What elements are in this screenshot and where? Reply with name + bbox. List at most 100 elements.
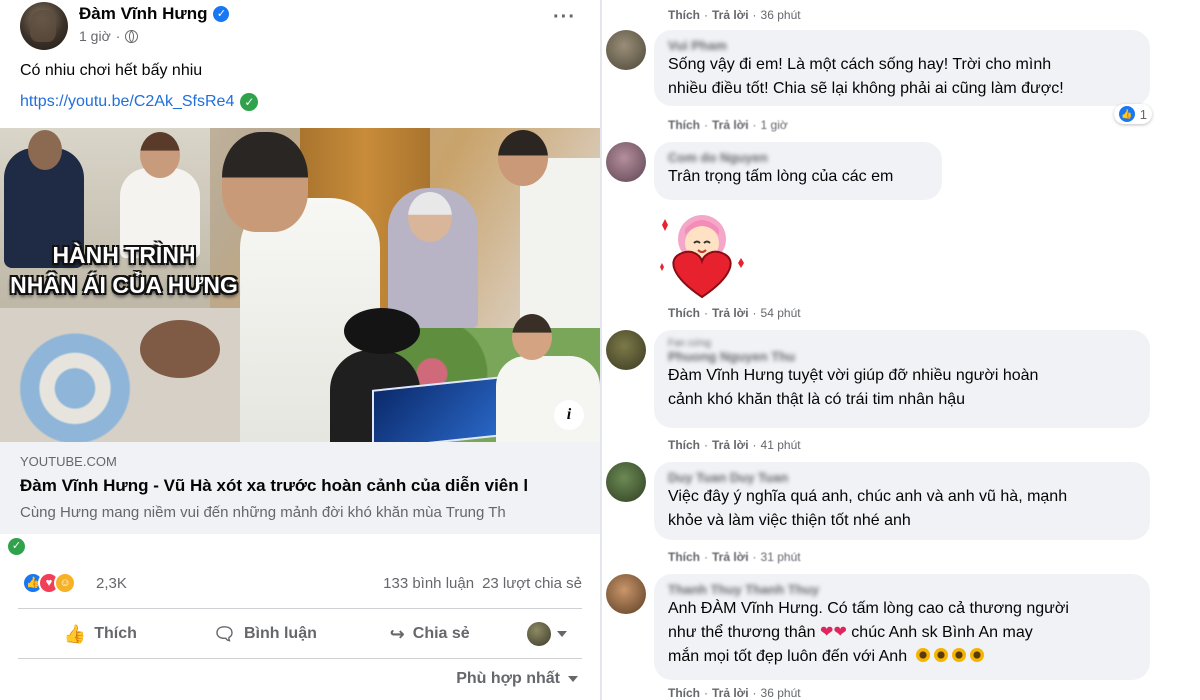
scene-old-woman-head bbox=[408, 192, 452, 242]
post-text: Có nhiu chơi hết bấy nhiu bbox=[20, 62, 203, 79]
comments-panel: Thích · Trả lời · 36 phút Vui Pham Sống vậ… bbox=[602, 0, 1200, 700]
comment-author[interactable]: Phuong Nguyen Thu bbox=[668, 349, 1136, 364]
comment-meta: Thích · Trả lời · 31 phút bbox=[668, 550, 801, 564]
check-circle-icon: ✓ bbox=[8, 538, 25, 555]
reactions-summary: 👍 ♥ ☺ 2,3K 133 bình luận 23 lượt chia sẻ bbox=[22, 572, 582, 596]
comment-button[interactable]: 🗨 Bình luận bbox=[183, 624, 348, 645]
comment-author[interactable]: Com do Nguyen bbox=[668, 150, 928, 165]
link-title[interactable]: Đàm Vĩnh Hưng - Vũ Hà xót xa trước hoàn … bbox=[20, 476, 600, 496]
comment-author[interactable]: Thanh Thuy Thanh Thuy bbox=[668, 582, 1136, 597]
comment-like-link[interactable]: Thích bbox=[668, 8, 700, 22]
comment-reply-link[interactable]: Trả lời bbox=[712, 438, 749, 452]
comment-reply-link[interactable]: Trả lời bbox=[712, 118, 749, 132]
scene-main-singer-head bbox=[222, 132, 308, 232]
scene-patient-face bbox=[140, 320, 220, 378]
comment-bubble: Vui Pham Sống vậy đi em! Là một cách sốn… bbox=[654, 30, 1152, 124]
comment-like-link[interactable]: Thích bbox=[668, 550, 700, 564]
post-link[interactable]: https://youtu.be/C2Ak_SfsRe4 bbox=[20, 93, 234, 111]
comment-text-line: như thể thương thân ❤❤ chúc Anh sk Bình … bbox=[668, 621, 1136, 645]
comment-text-line: khỏe và làm việc thiện tốt nhé anh bbox=[668, 512, 911, 529]
comment-meta: Thích · Trả lời · 36 phút bbox=[668, 8, 801, 22]
like-reaction-icon: 👍 bbox=[1118, 106, 1135, 122]
comment-icon: 🗨 bbox=[213, 623, 236, 644]
sunflower-icon bbox=[951, 648, 966, 662]
post-actions: 👍 Thích 🗨 Bình luận ↪ Chia sẻ bbox=[18, 612, 582, 656]
author-avatar[interactable] bbox=[20, 2, 68, 50]
comment-reaction-badge[interactable]: 👍 1 bbox=[1113, 104, 1152, 124]
post-as-selector[interactable] bbox=[512, 622, 582, 646]
comment-reaction-count: 1 bbox=[1139, 106, 1147, 122]
comment-reply-link[interactable]: Trả lời bbox=[712, 550, 749, 564]
divider bbox=[18, 608, 582, 609]
dot-separator: · bbox=[704, 306, 708, 320]
comment-time[interactable]: 54 phút bbox=[761, 306, 801, 320]
like-button[interactable]: 👍 Thích bbox=[18, 624, 183, 645]
dot-separator: · bbox=[752, 438, 757, 452]
comment-text-part: mắn mọi tốt đẹp luôn đến với Anh bbox=[668, 648, 908, 665]
scene-man-left-head bbox=[28, 130, 62, 170]
comment-avatar[interactable] bbox=[606, 142, 646, 182]
reaction-count[interactable]: 2,3K bbox=[96, 575, 127, 592]
comment-text-part: chúc Anh sk Bình An may bbox=[851, 624, 1033, 641]
comment-reply-link[interactable]: Trả lời bbox=[712, 686, 749, 700]
dot-separator: · bbox=[704, 686, 708, 700]
like-label: Thích bbox=[94, 625, 137, 642]
verified-badge-icon: ✓ bbox=[213, 6, 230, 22]
dot-separator: · bbox=[752, 8, 757, 22]
comment-text: Anh ĐÀM Vĩnh Hưng. Có tấm lòng cao cả th… bbox=[668, 597, 1136, 669]
more-options-icon[interactable]: ··· bbox=[553, 7, 576, 27]
info-icon[interactable]: i bbox=[554, 400, 584, 430]
love-sticker bbox=[660, 215, 744, 299]
shares-count[interactable]: 23 lượt chia sẻ bbox=[482, 575, 582, 592]
comment-avatar[interactable] bbox=[606, 574, 646, 614]
comment-text-line: mắn mọi tốt đẹp luôn đến với Anh bbox=[668, 645, 1136, 669]
facebook-post: Đàm Vĩnh Hưng ✓ 1 giờ · ··· Có nhiu chơi… bbox=[0, 0, 600, 700]
sunflower-icon bbox=[915, 648, 930, 662]
sticker-sparkle bbox=[662, 219, 668, 231]
comment-time[interactable]: 36 phút bbox=[761, 8, 801, 22]
avatar bbox=[527, 622, 552, 646]
video-thumbnail[interactable]: HÀNH TRÌNH NHÂN ÁI CỦA HƯNG i bbox=[0, 128, 600, 442]
post-time[interactable]: 1 giờ bbox=[79, 28, 111, 44]
comment-bubble: Thanh Thuy Thanh Thuy Anh ĐÀM Vĩnh Hưng.… bbox=[654, 574, 1150, 680]
globe-icon[interactable] bbox=[125, 29, 139, 43]
comment-like-link[interactable]: Thích bbox=[668, 438, 700, 452]
comment-avatar[interactable] bbox=[606, 462, 646, 502]
comment-time[interactable]: 36 phút bbox=[761, 686, 801, 700]
dot-separator: · bbox=[752, 550, 757, 564]
dot-separator: · bbox=[704, 550, 708, 564]
comment-time[interactable]: 41 phút bbox=[761, 438, 801, 452]
comment-avatar[interactable] bbox=[606, 330, 646, 370]
sunflower-icon bbox=[933, 648, 948, 662]
comment-avatar[interactable] bbox=[606, 30, 646, 70]
comment-sort-dropdown[interactable]: Phù hợp nhất bbox=[456, 670, 578, 688]
comment-author[interactable]: Vui Pham bbox=[668, 38, 1136, 53]
comments-count[interactable]: 133 bình luận bbox=[383, 575, 474, 592]
scene-man-white bbox=[496, 356, 600, 442]
comment-meta: Thích · Trả lời · 41 phút bbox=[668, 438, 801, 452]
heart-icon: ❤❤ bbox=[820, 624, 847, 641]
author-name[interactable]: Đàm Vĩnh Hưng bbox=[79, 4, 207, 24]
chevron-down-icon bbox=[568, 676, 578, 682]
dot-separator: · bbox=[752, 306, 757, 320]
link-preview-card[interactable]: YOUTUBE.COM Đàm Vĩnh Hưng - Vũ Hà xót xa… bbox=[0, 442, 600, 534]
dot-separator: · bbox=[704, 118, 708, 132]
reaction-icons[interactable]: 👍 ♥ ☺ bbox=[22, 572, 76, 594]
scene-bed-patient bbox=[0, 308, 250, 442]
comment-reply-link[interactable]: Trả lời bbox=[712, 8, 749, 22]
comment-author[interactable]: Duy Tuan Duy Tuan bbox=[668, 470, 1136, 485]
share-button[interactable]: ↪ Chia sẻ bbox=[347, 624, 512, 645]
comment-like-link[interactable]: Thích bbox=[668, 118, 700, 132]
comment-text: Việc đây ý nghĩa quá anh, chúc anh và an… bbox=[668, 485, 1136, 533]
comment-time[interactable]: 1 giờ bbox=[761, 118, 788, 132]
comment-time[interactable]: 31 phút bbox=[761, 550, 801, 564]
comment-like-link[interactable]: Thích bbox=[668, 306, 700, 320]
scene-young-man-head bbox=[140, 132, 180, 178]
thumbnail-title-line2: NHÂN ÁI CỦA HƯNG bbox=[10, 272, 238, 298]
chevron-down-icon bbox=[557, 631, 568, 637]
comment-text: Đàm Vĩnh Hưng tuyệt vời giúp đỡ nhiều ng… bbox=[668, 364, 1136, 412]
comment-reply-link[interactable]: Trả lời bbox=[712, 306, 749, 320]
comment-bubble: Com do Nguyen Trân trọng tấm lòng của cá… bbox=[654, 142, 942, 200]
comment-like-link[interactable]: Thích bbox=[668, 686, 700, 700]
post-stats: 133 bình luận 23 lượt chia sẻ bbox=[383, 575, 582, 592]
